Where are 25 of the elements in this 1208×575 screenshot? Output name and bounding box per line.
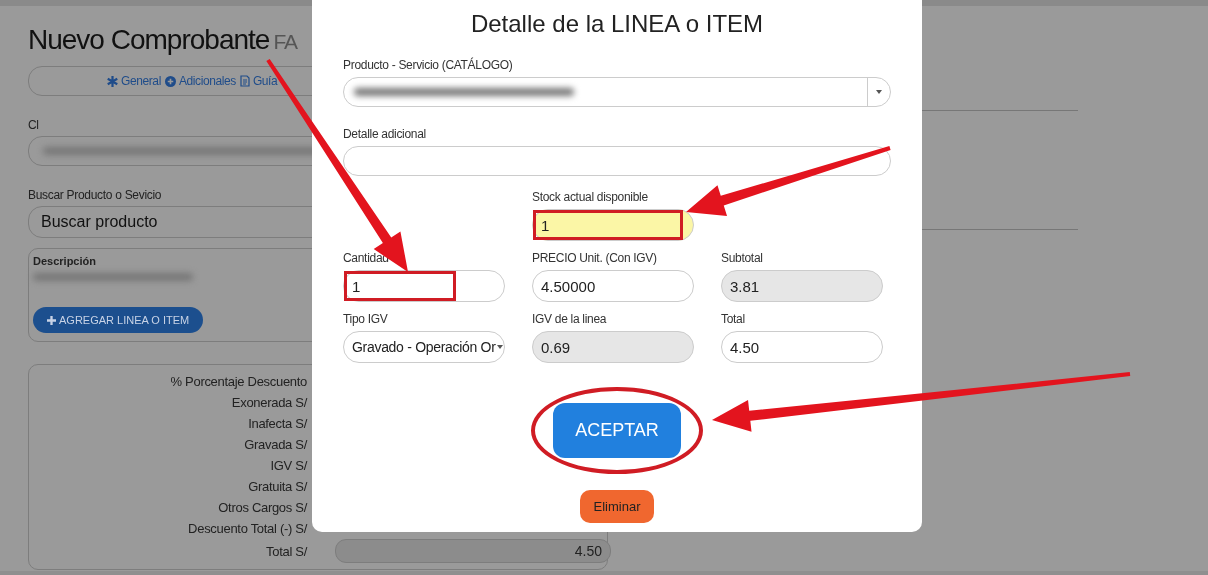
field-label: Buscar Producto o Sevicio	[28, 188, 162, 202]
summary-label: Gratuita S/	[247, 478, 307, 496]
readonly-field: 3.81	[721, 270, 883, 302]
field-label: Total	[721, 312, 745, 326]
summary-label: % Porcentaje Descuento	[169, 373, 307, 391]
summary-label: Otros Cargos S/	[217, 499, 307, 517]
summary-label: IGV S/	[269, 457, 307, 475]
field-label: Descripción	[33, 255, 96, 267]
readonly-field: 0.69	[532, 331, 694, 363]
total-field: 4.50	[335, 539, 611, 563]
summary-label: Gravada S/	[243, 436, 307, 454]
summary-label: Descuento Total (-) S/	[187, 520, 307, 538]
dialog-title: Detalle de la LINEA o ITEM	[469, 10, 765, 38]
field-label: IGV de la linea	[532, 312, 607, 326]
field-label: Producto - Servicio (CATÁLOGO)	[343, 58, 513, 72]
field-label: Detalle adicional	[343, 127, 426, 141]
field-label: Cl	[28, 118, 39, 132]
page-title: Nuevo Comprobante FA	[28, 24, 298, 56]
summary-label: Exonerada S/	[230, 394, 307, 412]
field-label: Tipo IGV	[343, 312, 388, 326]
field-label: Stock actual disponible	[532, 190, 648, 204]
summary-label: Total S/	[265, 542, 307, 561]
field-label: PRECIO Unit. (Con IGV)	[532, 251, 657, 265]
summary-label: Inafecta S/	[247, 415, 307, 433]
field-label: Subtotal	[721, 251, 763, 265]
